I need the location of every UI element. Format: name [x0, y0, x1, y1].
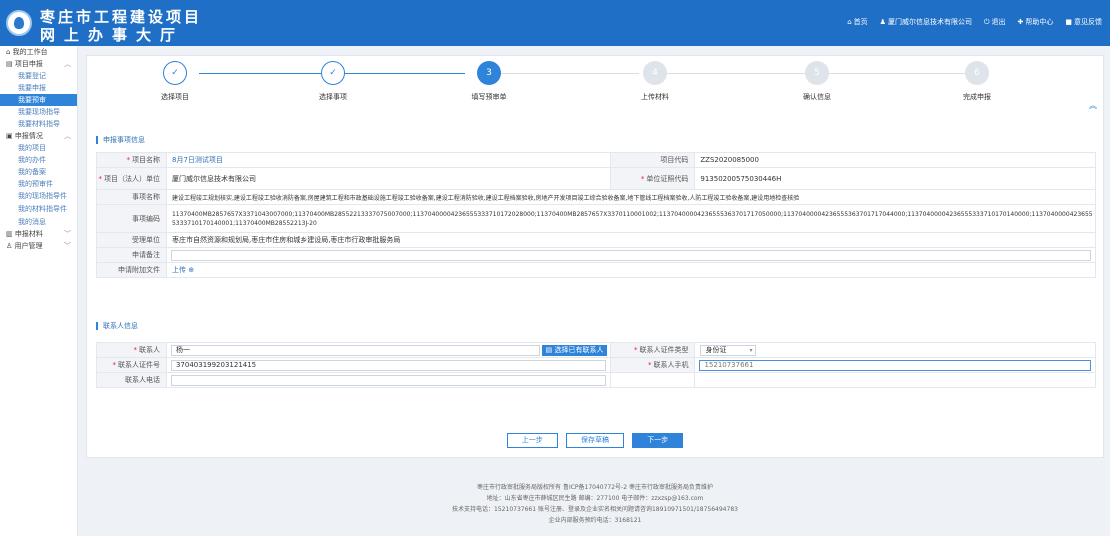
chevron-up-icon: ︿	[64, 60, 71, 68]
home-icon: ⌂	[6, 48, 13, 56]
contact-table: * 联系人 杨一 ▤ 选择已有联系人 * 联系人证件类型 身份证 ▾ * 联系人证件号 …	[96, 342, 1096, 388]
nav-logout[interactable]: ⏻ 退出	[984, 17, 1006, 27]
chevron-down-icon: ﹀	[64, 242, 71, 250]
unit-value: 厦门威尔信息技术有限公司	[165, 167, 612, 190]
sidebar-group-project-apply[interactable]: ▤ 项目申报 ︿	[0, 58, 77, 70]
nav-help[interactable]: ✚ 帮助中心	[1018, 17, 1054, 27]
sidebar-item-site-guide[interactable]: 我要现场指导	[0, 106, 77, 118]
attach-label: 申请附加文件	[96, 262, 167, 278]
sidebar-item-my-projects[interactable]: 我的项目	[0, 142, 77, 154]
step-1: ✓ 选择项目	[135, 61, 215, 102]
sidebar-item-material-guide[interactable]: 我要材料指导	[0, 118, 77, 130]
upload-link[interactable]: 上传	[172, 266, 186, 274]
project-code-value: ZZS2020085000	[694, 152, 1096, 168]
sidebar-group-apply-status[interactable]: ▣ 申报情况 ︿	[0, 130, 77, 142]
check-icon: ✓	[163, 61, 187, 85]
sidebar-item-my-cases[interactable]: 我的办件	[0, 154, 77, 166]
step-label: 选择事项	[319, 93, 347, 101]
sidebar-item-workbench[interactable]: ⌂ 我的工作台	[0, 46, 77, 58]
sidebar-item-my-site-guide[interactable]: 我的现场指导件	[0, 190, 77, 203]
chevron-down-icon: ﹀	[64, 230, 71, 238]
step-number: 4	[643, 61, 667, 85]
step-label: 上传材料	[641, 93, 669, 101]
sidebar-item-my-messages[interactable]: 我的消息	[0, 216, 77, 228]
contact-name-input[interactable]: 杨一	[170, 344, 541, 356]
id-type-select[interactable]: 身份证 ▾	[700, 344, 757, 356]
prev-button[interactable]: 上一步	[506, 433, 558, 448]
project-name-value: 8月7日测试项目	[165, 152, 612, 168]
mobile-input[interactable]: 15210737661	[699, 359, 1091, 371]
site-logo	[6, 10, 32, 36]
sidebar-item-my-material-guide[interactable]: 我的材料指导件	[0, 203, 77, 216]
site-title-line2: 网上办事大厅	[40, 26, 185, 44]
credit-code-value: 91350200575030446H	[694, 167, 1096, 190]
remark-input[interactable]	[170, 249, 1091, 261]
next-button[interactable]: 下一步	[632, 433, 684, 448]
sidebar-item-my-filings[interactable]: 我的备案	[0, 166, 77, 178]
step-label: 确认信息	[803, 93, 831, 101]
step-label: 填写预审单	[471, 93, 507, 101]
check-icon: ✓	[321, 61, 345, 85]
phone-input[interactable]	[170, 374, 607, 386]
chevron-down-icon: ▾	[749, 346, 753, 354]
codes-label: 事项编码	[96, 204, 167, 233]
page-footer: 枣庄市行政审批服务局版权所有 鲁ICP备17040772号-2 枣庄市行政审批服…	[86, 482, 1104, 526]
footer-copyright: 枣庄市行政审批服务局版权所有 鲁ICP备17040772号-2 枣庄市行政审批服…	[477, 484, 713, 491]
codes-value: 11370400MB2857657X3371043007000;11370400…	[165, 204, 1097, 233]
pick-contact-button[interactable]: ▤ 选择已有联系人	[541, 345, 608, 356]
header-nav: ⌂ 首页 ♟ 厦门威尔信息技术有限公司 ⏻ 退出 ✚ 帮助中心 ■ 意见反馈	[847, 17, 1102, 27]
step-progress: ✓ 选择项目 ✓ 选择事项 3 填写预审单 4 上传材料 5 确认信息 6 完成…	[87, 56, 1103, 111]
step-2: ✓ 选择事项	[293, 61, 373, 102]
section-title-apply-info: 申报事项信息	[96, 136, 145, 144]
footer-support: 技术支持电话：15210737661 账号注册、登录及企业实名相关问题请咨询18…	[452, 506, 738, 513]
remark-label: 申请备注	[96, 247, 167, 263]
save-draft-button[interactable]: 保存草稿	[566, 433, 624, 448]
list-icon: ▤	[6, 60, 15, 68]
step-4: 4 上传材料	[615, 61, 695, 102]
project-code-label: 项目代码	[610, 152, 696, 168]
sidebar-item-register[interactable]: 我要登记	[0, 70, 77, 82]
sidebar-item-pre-review[interactable]: 我要预审	[0, 94, 77, 106]
id-number-input[interactable]: 370403199203121415	[170, 359, 607, 371]
document-icon: ▣	[6, 132, 15, 140]
step-6: 6 完成申报	[937, 61, 1017, 102]
nav-feedback[interactable]: ■ 意见反馈	[1065, 17, 1102, 27]
collapse-icon[interactable]: ︽	[1089, 100, 1097, 111]
items-value: 建设工程竣工规划核实,建设工程竣工验收消防备案,房屋建筑工程和市政基础设施工程竣…	[165, 189, 1097, 205]
book-icon: ▥	[6, 230, 15, 238]
chevron-up-icon: ︿	[64, 132, 71, 140]
step-number: 6	[965, 61, 989, 85]
home-icon: ⌂	[847, 18, 852, 26]
sidebar: ⌂ 我的工作台 ▤ 项目申报 ︿ 我要登记 我要申报 我要预审 我要现场指导 我要…	[0, 46, 78, 536]
user-icon: ♙	[6, 242, 15, 250]
step-5: 5 确认信息	[777, 61, 857, 102]
help-icon: ✚	[1017, 18, 1024, 26]
nav-user[interactable]: ♟ 厦门威尔信息技术有限公司	[880, 17, 972, 27]
power-icon: ⏻	[983, 18, 990, 26]
nav-home[interactable]: ⌂ 首页	[847, 17, 867, 27]
upload-plus-icon[interactable]: ⊕	[188, 266, 194, 274]
footer-address: 地址：山东省枣庄市薛城区民生路 邮编：277100 电子邮件：zzxzsp@16…	[486, 495, 704, 502]
step-label: 选择项目	[161, 93, 189, 101]
action-buttons: 上一步 保存草稿 下一步	[87, 433, 1103, 448]
phone-label: 联系人电话	[96, 372, 167, 388]
feedback-icon: ■	[1065, 18, 1072, 26]
sidebar-group-materials[interactable]: ▥ 申报材料 ﹀	[0, 228, 77, 240]
user-icon: ♟	[879, 18, 886, 26]
footer-hotline: 企业内部服务预约电话：3168121	[548, 517, 642, 524]
step-number: 3	[477, 61, 501, 85]
apply-info-table: * 项目名称 8月7日测试项目 项目代码 ZZS2020085000 * 项目（法人…	[96, 152, 1097, 278]
dept-label: 受理单位	[96, 232, 167, 248]
items-label: 事项名称	[96, 189, 167, 205]
dept-value: 枣庄市自然资源和规划局,枣庄市住房和城乡建设局,枣庄市行政审批服务局	[165, 232, 1097, 248]
sidebar-item-apply[interactable]: 我要申报	[0, 82, 77, 94]
top-header: 枣庄市工程建设项目 网上办事大厅 ⌂ 首页 ♟ 厦门威尔信息技术有限公司 ⏻ 退出 ✚…	[0, 0, 1110, 46]
sidebar-group-users[interactable]: ♙ 用户管理 ﹀	[0, 240, 77, 252]
step-3: 3 填写预审单	[449, 61, 529, 102]
sidebar-item-my-pre-review[interactable]: 我的预审件	[0, 178, 77, 190]
section-title-contact: 联系人信息	[96, 322, 138, 330]
step-label: 完成申报	[963, 93, 991, 101]
main-panel: ✓ 选择项目 ✓ 选择事项 3 填写预审单 4 上传材料 5 确认信息 6 完成…	[86, 55, 1104, 458]
step-number: 5	[805, 61, 829, 85]
